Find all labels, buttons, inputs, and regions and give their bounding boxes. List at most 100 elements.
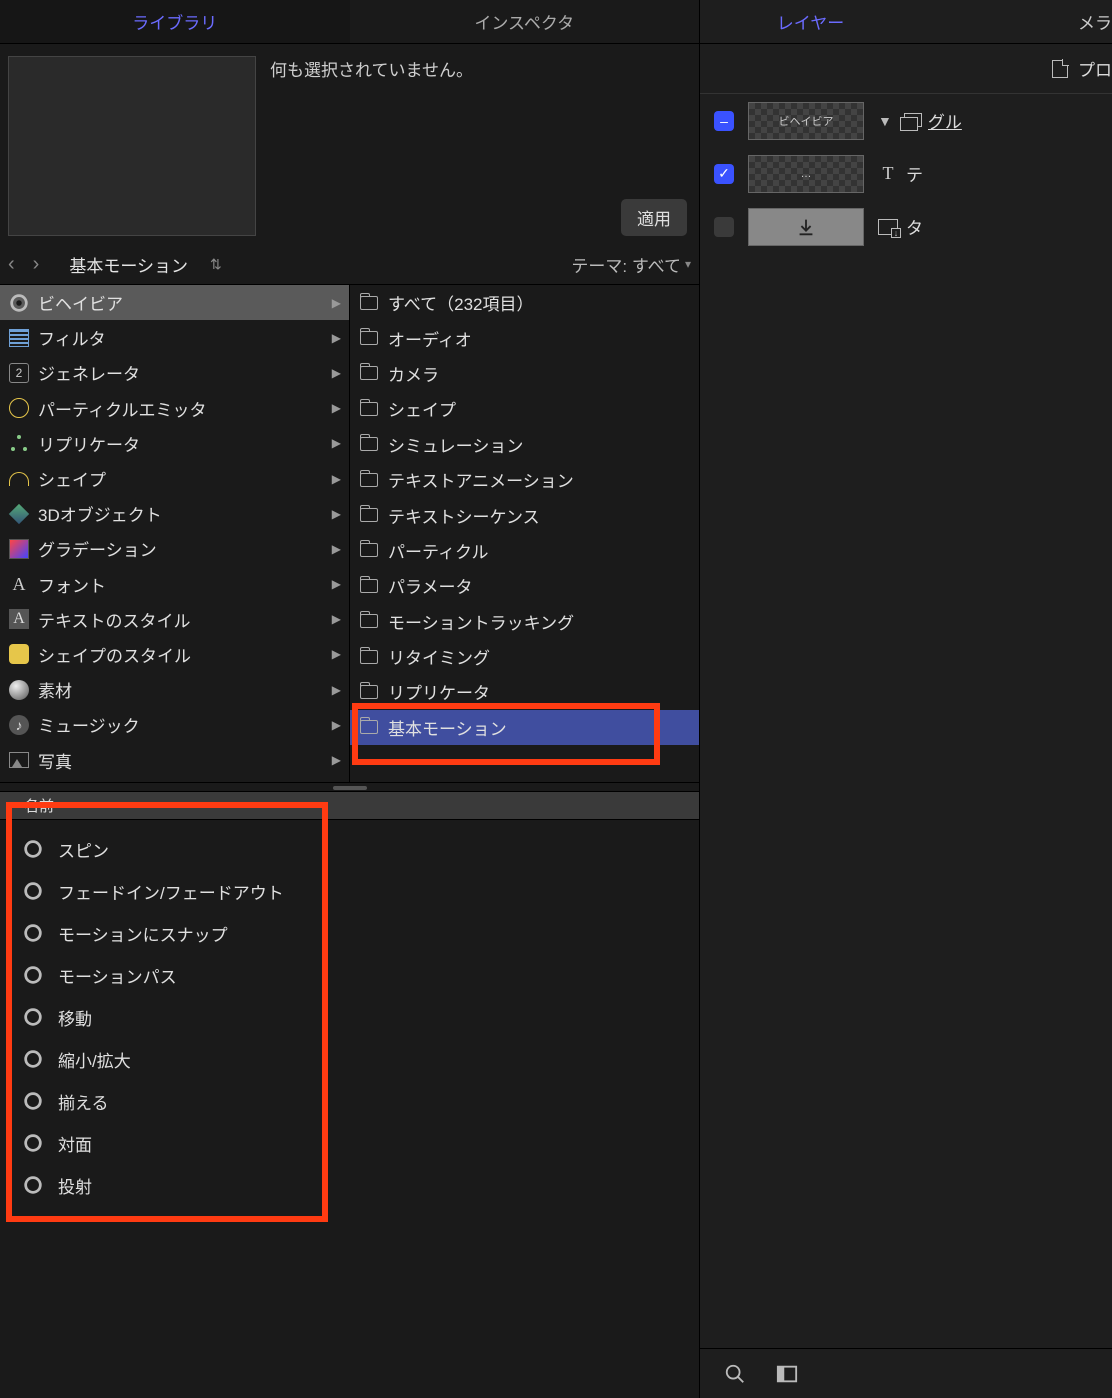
subcategory-10[interactable]: リタイミング — [350, 639, 699, 674]
path-title[interactable]: 基本モーション — [69, 252, 188, 277]
chevron-right-icon: ▶ — [332, 507, 341, 521]
subcategory-1[interactable]: オーディオ — [350, 320, 699, 355]
category-icon: A — [8, 573, 30, 595]
layer-row-1[interactable]: ✓ … Tテ — [700, 147, 1112, 200]
subcategory-4[interactable]: シミュレーション — [350, 427, 699, 462]
subcategory-label: テキストシーケンス — [388, 503, 540, 528]
layer-label: タ — [906, 214, 923, 239]
tab-library[interactable]: ライブラリ — [0, 0, 350, 43]
category-icon — [8, 679, 30, 701]
folder-icon — [360, 543, 378, 557]
category-icon — [8, 468, 30, 490]
behavior-item-1[interactable]: フェードイン/フェードアウト — [22, 870, 699, 912]
sort-toggle-icon[interactable]: ⇅ — [210, 256, 222, 273]
category-8[interactable]: Aフォント▶ — [0, 567, 349, 602]
subcategory-0[interactable]: すべて（232項目） — [350, 285, 699, 320]
subcategory-label: モーショントラッキング — [388, 609, 574, 634]
behavior-item-8[interactable]: 投射 — [22, 1164, 699, 1206]
layer-type-icon: ↓ — [878, 219, 898, 235]
behavior-item-7[interactable]: 対面 — [22, 1122, 699, 1164]
chevron-right-icon: ▶ — [332, 683, 341, 697]
subcategory-3[interactable]: シェイプ — [350, 391, 699, 426]
category-3[interactable]: パーティクルエミッタ ▶ — [0, 391, 349, 426]
behavior-item-5[interactable]: 縮小/拡大 — [22, 1038, 699, 1080]
chevron-right-icon: ▶ — [332, 401, 341, 415]
folder-icon — [360, 508, 378, 522]
subcategory-5[interactable]: テキストアニメーション — [350, 462, 699, 497]
layer-checkbox[interactable]: – — [714, 111, 734, 131]
category-label: テキストのスタイル — [38, 607, 191, 632]
layer-row-0[interactable]: –ビヘイビア ▼ グル — [700, 94, 1112, 147]
category-label: パーティクルエミッタ — [38, 396, 206, 421]
category-7[interactable]: グラデーション▶ — [0, 531, 349, 566]
search-icon[interactable] — [724, 1363, 746, 1385]
gear-icon — [22, 1132, 44, 1154]
layer-thumbnail[interactable]: ビヘイビア — [748, 102, 864, 140]
theme-filter[interactable]: テーマ: すべて ▾ — [571, 252, 691, 277]
folder-icon — [360, 650, 378, 664]
layer-thumbnail[interactable]: … — [748, 155, 864, 193]
disclosure-triangle-icon[interactable]: ▼ — [878, 113, 892, 129]
category-11[interactable]: 素材▶ — [0, 672, 349, 707]
behavior-item-0[interactable]: スピン — [22, 828, 699, 870]
category-label: フォント — [38, 572, 106, 597]
tab-layers[interactable]: レイヤー — [700, 0, 921, 43]
category-icon — [8, 327, 30, 349]
behavior-item-6[interactable]: 揃える — [22, 1080, 699, 1122]
project-header[interactable]: プロ — [700, 44, 1112, 94]
layer-thumbnail[interactable] — [748, 208, 864, 246]
category-12[interactable]: ♪ミュージック▶ — [0, 707, 349, 742]
category-6[interactable]: 3Dオブジェクト▶ — [0, 496, 349, 531]
subcategory-label: パラメータ — [388, 573, 473, 598]
tab-meta[interactable]: メラ — [921, 0, 1112, 43]
category-13[interactable]: 写真▶ — [0, 742, 349, 777]
category-9[interactable]: Aテキストのスタイル▶ — [0, 602, 349, 637]
right-bottom-bar — [700, 1348, 1112, 1398]
layer-checkbox[interactable]: ✓ — [714, 164, 734, 184]
behavior-item-label: スピン — [58, 837, 109, 862]
nav-forward-icon[interactable]: › — [33, 253, 40, 276]
folder-icon — [360, 296, 378, 310]
behavior-item-2[interactable]: モーションにスナップ — [22, 912, 699, 954]
category-2[interactable]: 2ジェネレータ▶ — [0, 355, 349, 390]
subcategory-label: オーディオ — [388, 326, 472, 351]
category-icon — [8, 538, 30, 560]
category-icon — [8, 643, 30, 665]
layer-meta: Tテ — [878, 161, 923, 186]
category-5[interactable]: シェイプ▶ — [0, 461, 349, 496]
category-0[interactable]: ビヘイビア▶ — [0, 285, 349, 320]
gear-icon — [22, 1006, 44, 1028]
subcategory-2[interactable]: カメラ — [350, 356, 699, 391]
subcategory-8[interactable]: パラメータ — [350, 568, 699, 603]
layer-checkbox[interactable] — [714, 217, 734, 237]
tab-inspector[interactable]: インスペクタ — [350, 0, 700, 43]
behavior-item-label: 縮小/拡大 — [58, 1047, 131, 1072]
subcategory-12[interactable]: 基本モーション — [350, 710, 699, 745]
subcategory-9[interactable]: モーショントラッキング — [350, 604, 699, 639]
item-list-area: スピンフェードイン/フェードアウトモーションにスナップモーションパス移動縮小/拡… — [0, 820, 699, 1398]
category-10[interactable]: シェイプのスタイル▶ — [0, 637, 349, 672]
category-icon: ♪ — [8, 714, 30, 736]
layer-row-2[interactable]: ↓タ — [700, 200, 1112, 253]
behavior-item-3[interactable]: モーションパス — [22, 954, 699, 996]
category-icon: A — [8, 608, 30, 630]
category-4[interactable]: リプリケータ▶ — [0, 426, 349, 461]
subcategory-11[interactable]: リプリケータ — [350, 674, 699, 709]
nav-back-icon[interactable]: ‹ — [8, 253, 15, 276]
list-header[interactable]: 名前 — [0, 792, 699, 820]
subcategory-7[interactable]: パーティクル — [350, 533, 699, 568]
preview-thumbnail — [8, 56, 256, 236]
folder-icon — [360, 579, 378, 593]
category-1[interactable]: フィルタ▶ — [0, 320, 349, 355]
panel-icon[interactable] — [776, 1363, 798, 1385]
layer-list: –ビヘイビア▼グル✓…Tテ↓タ — [700, 94, 1112, 253]
subcategory-6[interactable]: テキストシーケンス — [350, 497, 699, 532]
category-label: シェイプのスタイル — [38, 642, 191, 667]
apply-button[interactable]: 適用 — [621, 199, 687, 236]
category-label: ミュージック — [38, 712, 140, 737]
folder-icon — [360, 331, 378, 345]
layer-meta: ↓タ — [878, 214, 923, 239]
behavior-item-4[interactable]: 移動 — [22, 996, 699, 1038]
layer-label: グル — [928, 108, 962, 133]
splitter-handle[interactable] — [0, 782, 699, 792]
